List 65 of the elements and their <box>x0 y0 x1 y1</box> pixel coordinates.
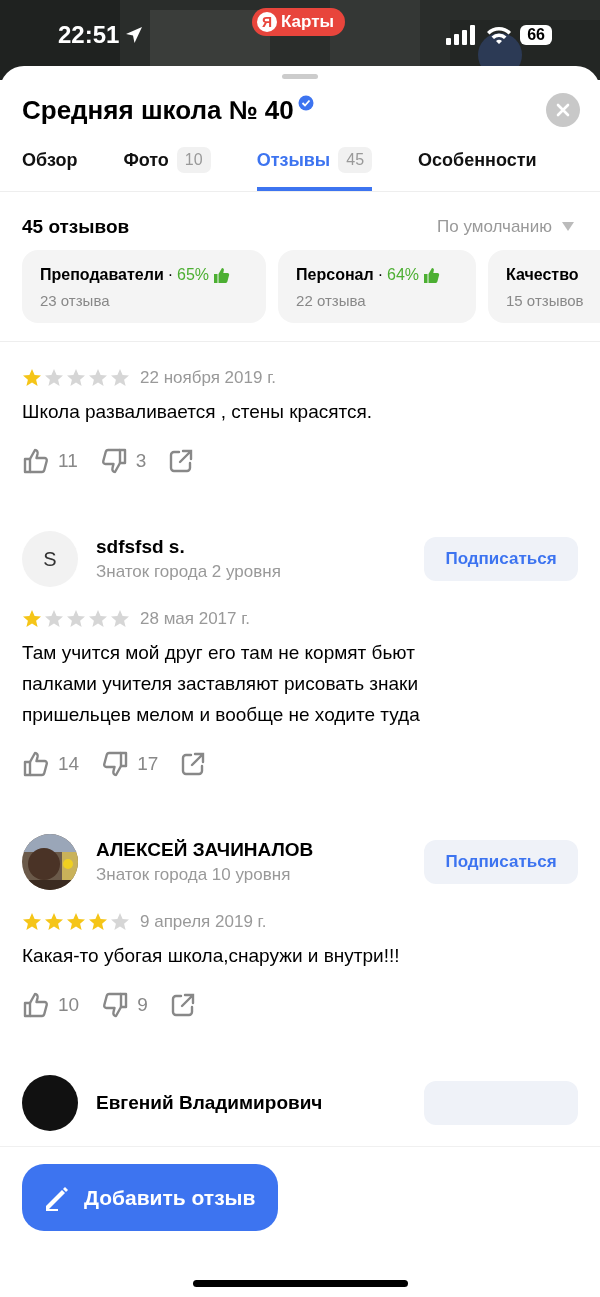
reviews-count: 45 отзывов <box>22 216 130 238</box>
tab-count: 45 <box>338 147 373 173</box>
dislike-button[interactable]: 17 <box>101 750 159 778</box>
subscribe-button[interactable]: Подписаться <box>424 840 578 884</box>
add-review-button[interactable]: Добавить отзыв <box>22 1164 279 1231</box>
category-percent: 65% <box>177 266 210 284</box>
clock: 22:51 <box>58 21 120 49</box>
wifi-icon <box>486 25 513 45</box>
avatar: S <box>22 531 78 587</box>
caret-icon <box>562 222 574 232</box>
drag-handle[interactable] <box>282 74 318 79</box>
thumbs-up-icon <box>423 266 440 284</box>
place-title: Средняя школа № 40 <box>22 94 294 126</box>
category-count: 22 отзыва <box>296 292 367 309</box>
category-name: Преподаватели <box>40 266 164 284</box>
tab-count: 10 <box>176 147 211 173</box>
category-percent: 64% <box>387 266 419 284</box>
tab[interactable]: Фото 10 <box>123 147 211 191</box>
review-text: Какая-то убогая школа,снаружи и внутри!!! <box>22 944 401 968</box>
battery-level: 66 <box>520 25 552 45</box>
author-name[interactable]: Евгений Владимирович <box>96 1092 323 1114</box>
home-indicator[interactable] <box>193 1280 408 1287</box>
category-chip[interactable]: Преподаватели · 65% 23 отзыва <box>22 250 267 323</box>
category-name: Персонал <box>296 266 374 284</box>
author-name[interactable]: sdfsfsd s. <box>96 536 281 558</box>
separator-dot: · <box>377 266 383 284</box>
app-badge[interactable]: Я Карты <box>252 8 346 36</box>
review-text: Школа разваливается , стены красятся. <box>22 400 374 424</box>
author-level: Знаток города 10 уровня <box>96 865 292 885</box>
like-button[interactable]: 11 <box>22 447 78 475</box>
like-button[interactable]: 14 <box>22 750 80 778</box>
thumbs-down-icon <box>101 991 130 1019</box>
thumbs-down-icon <box>99 447 128 475</box>
share-button[interactable] <box>169 992 196 1018</box>
thumbs-up-icon <box>22 991 50 1019</box>
share-button[interactable] <box>168 448 195 474</box>
close-icon <box>556 103 570 117</box>
thumbs-up-icon <box>22 750 50 778</box>
author-name[interactable]: АЛЕКСЕЙ ЗАЧИНАЛОВ <box>96 839 314 861</box>
like-button[interactable]: 10 <box>22 991 80 1019</box>
author-level: Знаток города 2 уровня <box>96 562 281 582</box>
thumbs-up-icon <box>213 266 231 284</box>
category-count: 15 отзывов <box>506 292 584 309</box>
subscribe-button[interactable]: Подписаться <box>424 537 578 581</box>
tab[interactable]: Обзор <box>22 147 78 191</box>
sort-dropdown[interactable]: По умолчанию <box>437 217 574 237</box>
review-date: 22 ноября 2019 г. <box>140 368 276 388</box>
tab[interactable]: Особенности <box>418 147 537 191</box>
close-button[interactable] <box>546 93 580 127</box>
tab[interactable]: Отзывы 45 <box>256 147 373 191</box>
review-date: 9 апреля 2019 г. <box>140 912 267 932</box>
review-date: 28 мая 2017 г. <box>140 609 251 629</box>
dislike-button[interactable]: 3 <box>99 447 147 475</box>
dislike-button[interactable]: 9 <box>101 991 148 1019</box>
category-chip[interactable]: Персонал · 64% 22 отзыва <box>278 250 476 323</box>
avatar <box>22 1075 78 1131</box>
category-name: Качество <box>506 266 579 284</box>
separator-dot: · <box>167 266 174 284</box>
thumbs-down-icon <box>101 750 130 778</box>
share-button[interactable] <box>180 751 207 777</box>
category-count: 23 отзыва <box>40 292 111 309</box>
review-text: Там учится мой друг его там не кормят бьют палками учителя заставляют рисовать знаки пришельцев мелом и вообще не ходите туда <box>22 641 421 727</box>
thumbs-up-icon <box>22 447 50 475</box>
category-chip[interactable]: Качество 15 отзывов <box>488 250 600 323</box>
location-arrow-icon <box>125 26 144 44</box>
